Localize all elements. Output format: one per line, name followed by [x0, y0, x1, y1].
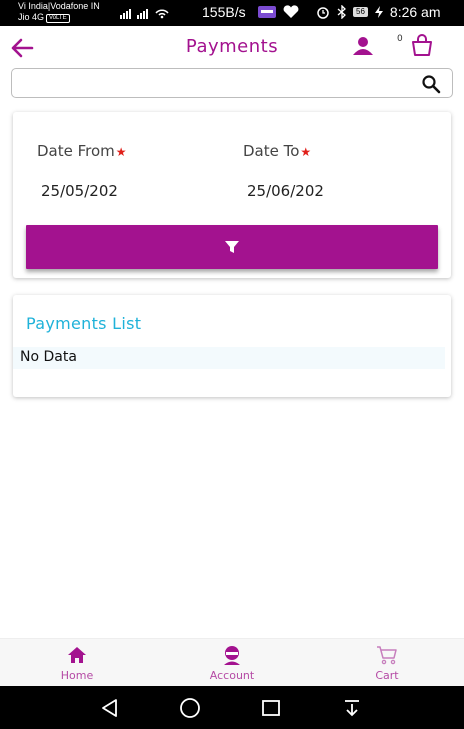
- required-mark: ★: [300, 145, 312, 159]
- profile-button[interactable]: [350, 33, 376, 59]
- nav-cart-label: Cart: [375, 669, 399, 682]
- payments-list-card: Payments List No Data: [13, 295, 451, 397]
- date-from-label: Date From★: [37, 142, 127, 160]
- filter-icon: [225, 241, 239, 253]
- app-bar: Payments 0: [0, 26, 464, 70]
- alarm-icon: [317, 7, 329, 19]
- bluetooth-icon: [337, 5, 346, 19]
- nav-home[interactable]: Home: [0, 639, 154, 687]
- system-recents-button[interactable]: [259, 696, 283, 720]
- heart-icon: [283, 5, 299, 19]
- circle-home-icon: [180, 698, 200, 718]
- nav-home-label: Home: [60, 669, 94, 682]
- carrier-line-1: Vi India|Vodafone IN: [18, 1, 100, 11]
- user-icon: [353, 37, 373, 55]
- carrier-line-2: Jio 4G: [18, 12, 45, 22]
- cart-icon: [377, 646, 397, 665]
- network-speed: 155B/s: [202, 4, 246, 20]
- date-from-field[interactable]: [41, 182, 191, 200]
- signal-icons: [120, 5, 170, 19]
- pull-down-icon: [345, 700, 359, 717]
- volte-badge: VoLTE: [46, 14, 70, 23]
- status-bar: Vi India|Vodafone IN Jio 4G VoLTE 155B/s …: [0, 0, 464, 26]
- cart-count-badge: 0: [397, 34, 403, 44]
- cart-button[interactable]: [408, 31, 436, 59]
- payments-list-title: Payments List: [26, 314, 142, 333]
- system-navigation-bar: [0, 686, 464, 729]
- system-back-button[interactable]: [98, 696, 122, 720]
- signal-bars-icon: [137, 9, 148, 19]
- bottom-navigation: Home Account Cart: [0, 638, 464, 686]
- notification-icons: [258, 5, 300, 19]
- page-title: Payments: [185, 36, 279, 57]
- carrier-info: Vi India|Vodafone IN Jio 4G VoLTE: [18, 1, 100, 23]
- charging-icon: [374, 6, 383, 18]
- account-icon: [224, 646, 240, 665]
- search-input[interactable]: [20, 73, 400, 93]
- shopping-bag-icon: [412, 34, 432, 56]
- date-filter-card: Date From★ Date To★: [13, 112, 451, 278]
- search-bar: [11, 68, 453, 98]
- date-to-label: Date To★: [243, 142, 311, 160]
- nav-cart[interactable]: Cart: [310, 639, 464, 687]
- empty-state-row: No Data: [13, 347, 445, 369]
- system-home-button[interactable]: [178, 696, 202, 720]
- nav-account-label: Account: [209, 669, 255, 682]
- empty-state-text: No Data: [20, 349, 77, 365]
- date-to-field[interactable]: [247, 182, 397, 200]
- app-notification-icon: [258, 6, 276, 18]
- triangle-back-icon: [102, 699, 117, 717]
- home-icon: [68, 647, 86, 663]
- date-to-label-text: Date To: [243, 142, 300, 160]
- nav-account[interactable]: Account: [155, 639, 309, 687]
- wifi-hotspot-icon: [155, 9, 169, 19]
- search-button[interactable]: [420, 73, 442, 95]
- square-recents-icon: [262, 700, 280, 716]
- system-notifications-button[interactable]: [340, 696, 364, 720]
- date-from-label-text: Date From: [37, 142, 115, 160]
- battery-indicator: 56: [353, 7, 368, 17]
- filter-button[interactable]: [26, 225, 438, 269]
- search-icon: [422, 75, 441, 94]
- status-right: 56 8:26 am: [315, 4, 441, 20]
- required-mark: ★: [115, 145, 127, 159]
- clock: 8:26 am: [389, 4, 441, 20]
- signal-bars-icon: [120, 9, 131, 19]
